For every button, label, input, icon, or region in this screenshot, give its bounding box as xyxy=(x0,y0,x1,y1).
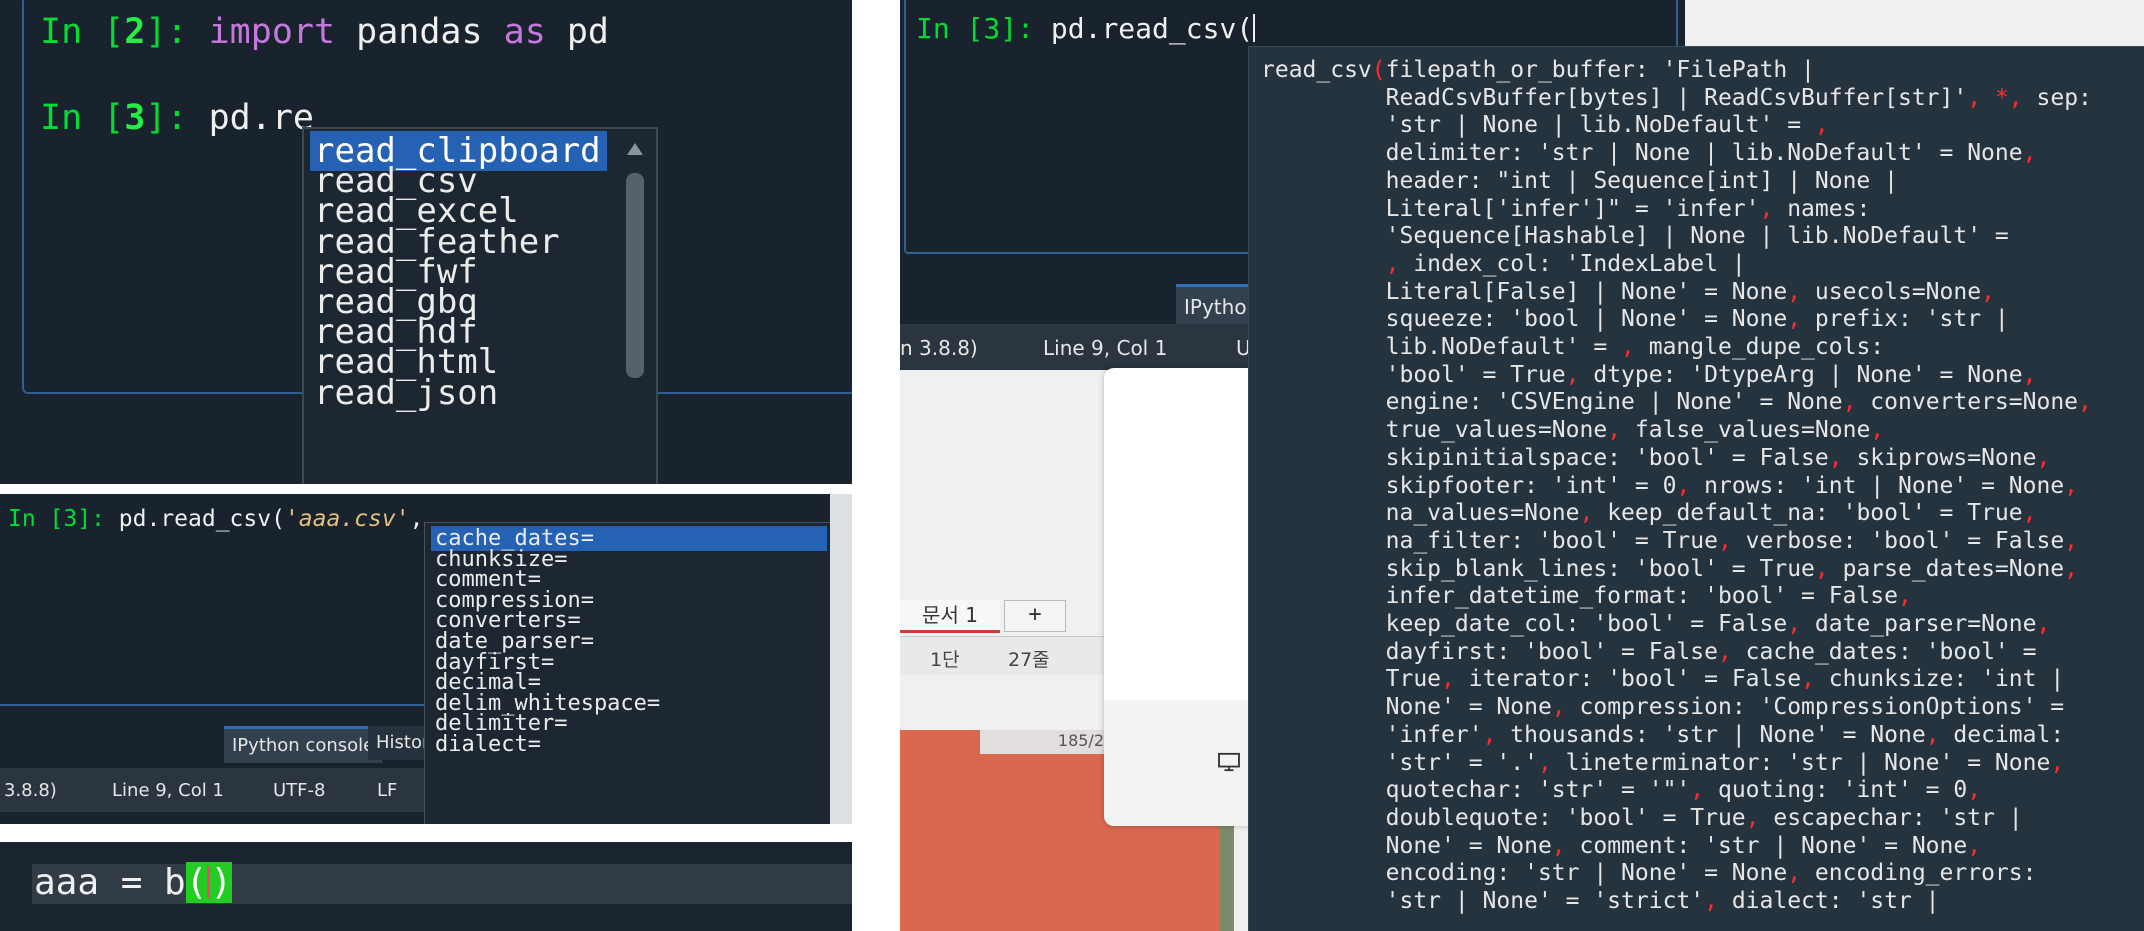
calltip-line: skipinitialspace: 'bool' = False, skipro… xyxy=(1261,444,2051,471)
prompt-number: 3 xyxy=(124,98,146,138)
calltip-line: 'Sequence[Hashable] | None | lib.NoDefau… xyxy=(1261,223,2009,250)
console-input-line-2: In [2]: import pandas as pd xyxy=(40,12,609,52)
console-frame-border xyxy=(0,704,440,706)
code-text: pd.re xyxy=(208,98,314,138)
code-text: aaa = b xyxy=(34,862,186,903)
status-python-version: 3.8.8) xyxy=(4,780,57,801)
calltip-line: keep_date_col: 'bool' = False, date_pars… xyxy=(1261,611,2051,637)
completion-scrollbar[interactable] xyxy=(622,137,648,484)
calltip-line: 'bool' = True, dtype: 'DtypeArg | None' … xyxy=(1261,361,2037,388)
background-window xyxy=(1685,0,2144,50)
calltip-line: true_values=None, false_values=None, xyxy=(1261,417,1885,444)
calltip-line: True, iterator: 'bool' = False, chunksiz… xyxy=(1261,666,2065,693)
document-tab[interactable]: 문서 1 xyxy=(900,600,1000,633)
editor-code-line[interactable]: aaa = b() xyxy=(34,862,233,903)
editor-panel-paren-match: aaa = b() xyxy=(0,842,852,931)
page-number: 185/2 xyxy=(980,730,1108,754)
prompt-open: In [ xyxy=(40,12,125,52)
calltip-line: ReadCsvBuffer[bytes] | ReadCsvBuffer[str… xyxy=(1261,84,2092,111)
keyword: as xyxy=(503,12,546,52)
completion-item[interactable]: dialect= xyxy=(435,732,541,757)
status-python-version: n 3.8.8) xyxy=(900,336,978,360)
calltip-line: squeeze: 'bool | None' = None, prefix: '… xyxy=(1261,306,2009,333)
document-status: 1단 27줄 xyxy=(900,636,1104,675)
completion-popup[interactable]: read_clipboard read_csv read_excel read_fea… xyxy=(302,127,658,484)
text-cursor xyxy=(1253,14,1256,42)
calltip-line: None' = None, comment: 'str | None' = No… xyxy=(1261,832,1982,859)
calltip-line: 'infer', thousands: 'str | None' = None,… xyxy=(1261,721,2065,748)
status-cursor-position: Line 9, Col 1 xyxy=(1043,336,1168,360)
status-line-ending: LF xyxy=(377,780,398,801)
console-input-line-3[interactable]: In [3]: pd.re xyxy=(40,98,314,138)
calltip-line: na_filter: 'bool' = True, verbose: 'bool… xyxy=(1261,527,2079,554)
kwarg-completion-popup[interactable]: cache_dates= chunksize= comment= compressio… xyxy=(424,522,840,824)
calltip-line: lib.NoDefault' = , mangle_dupe_cols: xyxy=(1261,334,1885,360)
console-input-line[interactable]: In [3]: pd.read_csv('aaa.csv', xyxy=(8,506,423,532)
calltip-line: 'str' = '.', lineterminator: 'str | None… xyxy=(1261,749,2065,776)
calltip-line: doublequote: 'bool' = True, escapechar: … xyxy=(1261,804,2023,831)
calltip-line: infer_datetime_format: 'bool' = False, xyxy=(1261,583,1912,610)
console-input-line[interactable]: In [3]: pd.read_csv( xyxy=(916,12,1256,45)
line-count: 27줄 xyxy=(1008,649,1050,671)
calltip-line: na_values=None, keep_default_na: 'bool' … xyxy=(1261,500,2037,527)
completion-item[interactable]: read_json xyxy=(314,373,498,413)
calltip-line: 'str | None' = 'strict', dialect: 'str | xyxy=(1261,888,1940,914)
prompt: In [3]: xyxy=(8,506,105,532)
calltip-line: engine: 'CSVEngine | None' = None, conve… xyxy=(1261,389,2092,416)
monitor-icon[interactable] xyxy=(1216,752,1242,772)
console-panel-calltip: In [3]: pd.read_csv( IPytho n 3.8.8) Lin… xyxy=(900,0,2144,931)
calltip-line: dayfirst: 'bool' = False, cache_dates: '… xyxy=(1261,638,2037,665)
code-string: 'aaa.csv' xyxy=(284,506,410,532)
scrollbar-thumb[interactable] xyxy=(626,173,644,378)
calltip-signature: read_csv(filepath_or_buffer: 'FilePath |… xyxy=(1248,46,2144,931)
calltip-line: skipfooter: 'int' = 0, nrows: 'int | Non… xyxy=(1261,472,2079,499)
calltip-line: None' = None, compression: 'CompressionO… xyxy=(1261,694,2065,721)
prompt: In [3]: xyxy=(916,12,1035,45)
scroll-up-arrow-icon[interactable] xyxy=(627,143,643,155)
code-text: pd.read_csv( xyxy=(104,506,285,532)
prompt-number: 2 xyxy=(124,12,146,52)
calltip-line: header: "int | Sequence[int] | None | xyxy=(1261,167,1898,194)
prompt-close: ]: xyxy=(145,98,188,138)
calltip-line: 'str | None | lib.NoDefault' = , xyxy=(1261,112,1829,139)
calltip-line: Literal['infer']" = 'infer', names: xyxy=(1261,195,1871,222)
prompt-close: ]: xyxy=(145,12,188,52)
status-encoding: UTF-8 xyxy=(273,780,326,801)
status-cursor-position: Line 9, Col 1 xyxy=(112,780,224,801)
calltip-line: skip_blank_lines: 'bool' = True, parse_d… xyxy=(1261,555,2079,582)
calltip-line: encoding: 'str | None' = None, encoding_… xyxy=(1261,860,2037,887)
calltip-line: quotechar: 'str' = '"', quoting: 'int' =… xyxy=(1261,777,1982,804)
code-text: pd xyxy=(545,12,609,52)
matched-paren-open: ( xyxy=(185,862,211,903)
keyword: import xyxy=(208,12,336,52)
matched-paren-close: ) xyxy=(210,862,233,903)
tab-ipython-console[interactable]: IPython console xyxy=(224,726,383,763)
calltip-line: Literal[False] | None' = None, usecols=N… xyxy=(1261,278,1995,305)
code-text: , xyxy=(409,506,424,532)
add-tab-button[interactable]: + xyxy=(1004,600,1066,632)
console-panel-autocomplete: In [2]: import pandas as pd In [3]: pd.r… xyxy=(0,0,852,484)
prompt-open: In [ xyxy=(40,98,125,138)
code-text: pandas xyxy=(335,12,504,52)
console-panel-kwargs: In [3]: pd.read_csv('aaa.csv', IPython c… xyxy=(0,494,852,824)
code-text: pd.read_csv( xyxy=(1034,12,1254,45)
calltip-line: delimiter: 'str | None | lib.NoDefault' … xyxy=(1261,140,2037,167)
calltip-line: , index_col: 'IndexLabel | xyxy=(1385,250,1746,277)
column-count: 1단 xyxy=(930,649,960,671)
scrollbar-track[interactable] xyxy=(830,494,852,824)
calltip-line: read_csv(filepath_or_buffer: 'FilePath | xyxy=(1261,57,1815,83)
